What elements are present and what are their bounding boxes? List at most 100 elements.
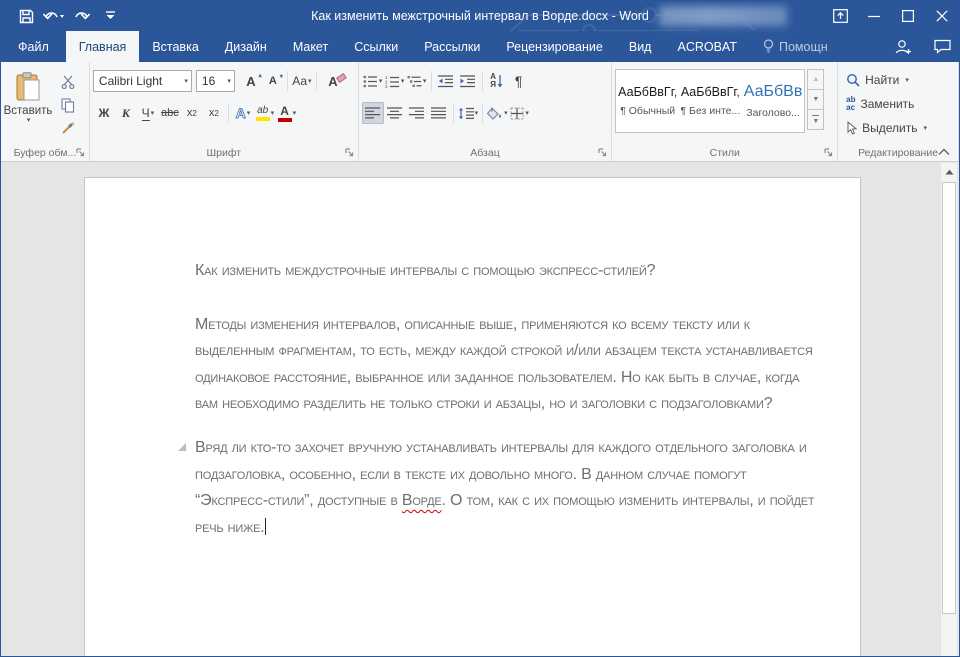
align-right-icon bbox=[409, 107, 424, 119]
tab-insert[interactable]: Вставка bbox=[139, 31, 211, 62]
justify-button[interactable] bbox=[428, 102, 450, 124]
grow-font-button[interactable]: А▴ bbox=[240, 70, 262, 92]
line-spacing-button[interactable]: ▾ bbox=[457, 102, 480, 124]
style-no-spacing[interactable]: АаБбВвГг, ¶ Без инте... bbox=[679, 70, 742, 132]
styles-group-label: Стили bbox=[612, 147, 837, 159]
tab-design[interactable]: Дизайн bbox=[212, 31, 280, 62]
bullets-caret-icon: ▾ bbox=[379, 78, 383, 85]
decrease-indent-button[interactable] bbox=[435, 70, 457, 92]
font-name-caret-icon: ▾ bbox=[184, 78, 188, 85]
account-name-blurred[interactable] bbox=[659, 6, 787, 26]
document-area: Как изменить междустрочные интервалы с п… bbox=[1, 163, 959, 656]
font-size-combo[interactable]: 16 ▾ bbox=[196, 70, 235, 92]
comments-icon[interactable] bbox=[934, 39, 951, 54]
align-left-button[interactable] bbox=[362, 102, 384, 124]
paragraph-dialog-launcher[interactable] bbox=[597, 147, 608, 158]
clipboard-dialog-launcher[interactable] bbox=[75, 147, 86, 158]
bold-button[interactable]: Ж bbox=[93, 102, 115, 124]
sort-arrow-icon bbox=[497, 75, 503, 88]
tab-acrobat[interactable]: ACROBAT bbox=[664, 31, 750, 62]
scroll-up-button[interactable] bbox=[941, 163, 957, 180]
numbering-button[interactable]: 123 ▾ bbox=[384, 70, 406, 92]
font-dialog-launcher[interactable] bbox=[344, 147, 355, 158]
paste-caret-icon: ▾ bbox=[27, 117, 31, 124]
strikethrough-button[interactable]: abc bbox=[159, 102, 181, 124]
minimize-button[interactable] bbox=[857, 1, 891, 31]
text-effects-button[interactable]: А▾ bbox=[232, 102, 254, 124]
collapse-ribbon-button[interactable] bbox=[938, 148, 950, 156]
tab-home[interactable]: Главная bbox=[66, 31, 140, 62]
borders-caret-icon: ▾ bbox=[525, 110, 529, 117]
superscript-button[interactable]: х2 bbox=[203, 102, 225, 124]
tab-mailings[interactable]: Рассылки bbox=[411, 31, 493, 62]
font-size-value: 16 bbox=[202, 74, 215, 88]
styles-more-button[interactable]: ▼ bbox=[807, 109, 824, 130]
styles-scroll-down-button[interactable]: ▼ bbox=[807, 89, 824, 110]
borders-button[interactable]: ▾ bbox=[509, 102, 531, 124]
group-styles: АаБбВвГг, ¶ Обычный АаБбВвГг, ¶ Без инте… bbox=[612, 62, 838, 161]
spellcheck-word: Ворде bbox=[402, 492, 442, 509]
multilevel-caret-icon: ▾ bbox=[423, 78, 427, 85]
paste-button[interactable]: Вставить ▾ bbox=[4, 68, 52, 140]
document-page[interactable]: Как изменить междустрочные интервалы с п… bbox=[84, 177, 861, 657]
paste-label: Вставить bbox=[4, 105, 53, 117]
style-heading1[interactable]: АаБбВв Заголово... bbox=[742, 70, 805, 132]
replace-button[interactable]: abac Заменить bbox=[846, 92, 955, 116]
styles-scroll-up-button[interactable]: ▲ bbox=[807, 69, 824, 90]
find-button[interactable]: Найти ▾ bbox=[846, 68, 955, 92]
tab-file[interactable]: Файл bbox=[1, 31, 66, 62]
save-button[interactable] bbox=[13, 3, 39, 29]
bullets-button[interactable]: ▾ bbox=[362, 70, 384, 92]
copy-icon bbox=[61, 98, 75, 113]
paragraph-collapse-icon[interactable] bbox=[178, 443, 186, 451]
style-normal[interactable]: АаБбВвГг, ¶ Обычный bbox=[616, 70, 679, 132]
shading-button[interactable]: ▾ bbox=[486, 102, 509, 124]
change-case-button[interactable]: Аа▾ bbox=[291, 70, 313, 92]
clear-formatting-button[interactable]: А bbox=[322, 70, 344, 92]
styles-dialog-launcher[interactable] bbox=[823, 147, 834, 158]
maximize-button[interactable] bbox=[891, 1, 925, 31]
tab-references[interactable]: Ссылки bbox=[341, 31, 411, 62]
scrollbar-thumb[interactable] bbox=[942, 182, 956, 614]
select-button[interactable]: Выделить ▾ bbox=[846, 116, 955, 140]
tab-layout[interactable]: Макет bbox=[280, 31, 341, 62]
close-button[interactable] bbox=[925, 1, 959, 31]
font-name-combo[interactable]: Calibri Light ▾ bbox=[93, 70, 192, 92]
styles-gallery: АаБбВвГг, ¶ Обычный АаБбВвГг, ¶ Без инте… bbox=[615, 69, 805, 133]
text-highlight-button[interactable]: ab ▾ bbox=[254, 102, 276, 124]
underline-caret-icon: ▾ bbox=[151, 110, 155, 117]
group-editing: Найти ▾ abac Заменить Выделить ▾ Редакти… bbox=[838, 62, 959, 161]
highlight-color-bar bbox=[256, 117, 270, 121]
align-center-button[interactable] bbox=[384, 102, 406, 124]
font-color-button[interactable]: А ▾ bbox=[276, 102, 298, 124]
ribbon-display-options-button[interactable] bbox=[823, 1, 857, 31]
tell-me-assistant[interactable]: Помощн bbox=[750, 31, 841, 62]
find-caret-icon: ▾ bbox=[905, 77, 909, 84]
underline-button[interactable]: Ч▾ bbox=[137, 102, 159, 124]
decrease-indent-icon bbox=[438, 75, 453, 88]
shrink-font-button[interactable]: А▾ bbox=[262, 70, 284, 92]
font-size-caret-icon: ▾ bbox=[227, 78, 231, 85]
share-person-icon[interactable] bbox=[895, 39, 912, 55]
search-icon bbox=[846, 73, 860, 87]
change-case-caret-icon: ▾ bbox=[308, 78, 312, 85]
scissors-icon bbox=[61, 75, 75, 89]
multilevel-list-button[interactable]: ▾ bbox=[406, 70, 428, 92]
line-spacing-caret-icon: ▾ bbox=[475, 110, 479, 117]
tab-review[interactable]: Рецензирование bbox=[493, 31, 616, 62]
undo-button[interactable] bbox=[41, 3, 67, 29]
vertical-scrollbar[interactable] bbox=[940, 163, 957, 656]
cut-button[interactable] bbox=[56, 72, 80, 92]
sort-button[interactable]: АЯ bbox=[486, 70, 508, 92]
copy-button[interactable] bbox=[56, 95, 80, 115]
subscript-button[interactable]: х2 bbox=[181, 102, 203, 124]
show-paragraph-marks-button[interactable]: ¶ bbox=[508, 70, 530, 92]
increase-indent-button[interactable] bbox=[457, 70, 479, 92]
styles-gallery-scroll: ▲ ▼ ▼ bbox=[807, 69, 824, 133]
tab-view[interactable]: Вид bbox=[616, 31, 665, 62]
align-right-button[interactable] bbox=[406, 102, 428, 124]
italic-button[interactable]: К bbox=[115, 102, 137, 124]
redo-button[interactable] bbox=[69, 3, 95, 29]
format-painter-button[interactable] bbox=[56, 118, 80, 138]
customize-qat-button[interactable] bbox=[97, 3, 123, 29]
